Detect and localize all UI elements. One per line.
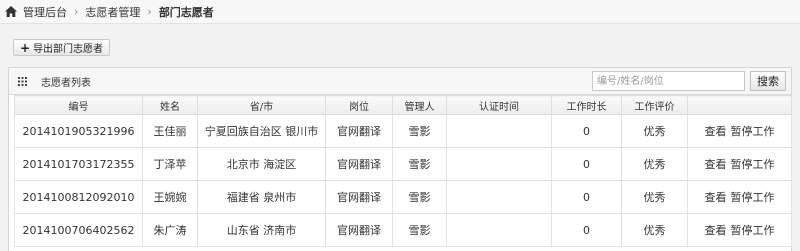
table-row: 2014100706402562 朱广涛 山东省 济南市 官网翻译 雪影 0 优… bbox=[14, 213, 792, 247]
cell-province-city: 宁夏回族自治区 银川市 bbox=[197, 114, 326, 148]
volunteer-table: 编号 姓名 省/市 岗位 管理人 认证时间 工作时长 工作评价 20141019… bbox=[14, 95, 792, 247]
breadcrumb-home[interactable]: 管理后台 bbox=[23, 4, 67, 20]
column-header-work-hours[interactable]: 工作时长 bbox=[551, 95, 622, 115]
pause-work-link[interactable]: 暂停工作 bbox=[731, 158, 775, 171]
cell-position: 官网翻译 bbox=[325, 114, 393, 148]
table-header-row: 编号 姓名 省/市 岗位 管理人 认证时间 工作时长 工作评价 bbox=[14, 95, 792, 115]
pause-work-link[interactable]: 暂停工作 bbox=[731, 191, 775, 204]
cell-work-hours: 0 bbox=[551, 147, 622, 181]
cell-manager: 雪影 bbox=[392, 147, 447, 181]
cell-name: 王佳丽 bbox=[142, 114, 198, 148]
cell-manager: 雪影 bbox=[392, 114, 447, 148]
cell-actions: 查看 暂停工作 bbox=[687, 114, 792, 148]
column-header-actions bbox=[687, 95, 792, 115]
column-header-evaluation[interactable]: 工作评价 bbox=[621, 95, 688, 115]
cell-certification-time bbox=[446, 213, 552, 247]
panel-title: 志愿者列表 bbox=[41, 77, 91, 89]
chevron-right-icon: › bbox=[147, 5, 152, 18]
cell-certification-time bbox=[446, 147, 552, 181]
breadcrumb-current: 部门志愿者 bbox=[158, 5, 214, 19]
view-link[interactable]: 查看 bbox=[705, 191, 727, 204]
cell-id: 2014100706402562 bbox=[14, 213, 143, 247]
cell-manager: 雪影 bbox=[392, 180, 447, 214]
column-header-id[interactable]: 编号 bbox=[14, 95, 143, 115]
cell-work-hours: 0 bbox=[551, 114, 622, 148]
cell-position: 官网翻译 bbox=[325, 180, 393, 214]
cell-certification-time bbox=[446, 114, 552, 148]
panel-header: 志愿者列表 搜索 bbox=[9, 68, 791, 95]
cell-certification-time bbox=[446, 180, 552, 214]
cell-actions: 查看 暂停工作 bbox=[687, 213, 792, 247]
view-link[interactable]: 查看 bbox=[705, 224, 727, 237]
table-row: 2014101905321996 王佳丽 宁夏回族自治区 银川市 官网翻译 雪影… bbox=[14, 114, 792, 148]
cell-province-city: 北京市 海淀区 bbox=[197, 147, 326, 181]
cell-evaluation: 优秀 bbox=[621, 114, 688, 148]
column-header-name[interactable]: 姓名 bbox=[142, 95, 198, 115]
column-header-manager[interactable]: 管理人 bbox=[392, 95, 447, 115]
cell-name: 丁泽苹 bbox=[142, 147, 198, 181]
view-link[interactable]: 查看 bbox=[705, 125, 727, 138]
cell-work-hours: 0 bbox=[551, 213, 622, 247]
cell-actions: 查看 暂停工作 bbox=[687, 147, 792, 181]
cell-position: 官网翻译 bbox=[325, 213, 393, 247]
cell-province-city: 山东省 济南市 bbox=[197, 213, 326, 247]
grid-icon bbox=[18, 76, 27, 86]
home-icon bbox=[5, 6, 17, 17]
cell-id: 2014101905321996 bbox=[14, 114, 143, 148]
pause-work-link[interactable]: 暂停工作 bbox=[731, 224, 775, 237]
table-row: 2014100812092010 王婉婉 福建省 泉州市 官网翻译 雪影 0 优… bbox=[14, 180, 792, 214]
cell-id: 2014100812092010 bbox=[14, 180, 143, 214]
column-header-certification-time[interactable]: 认证时间 bbox=[446, 95, 552, 115]
table-row: 2014101703172355 丁泽苹 北京市 海淀区 官网翻译 雪影 0 优… bbox=[14, 147, 792, 181]
cell-actions: 查看 暂停工作 bbox=[687, 180, 792, 214]
volunteer-list-panel: 志愿者列表 搜索 编号 姓名 省/市 岗位 管理人 认证时间 工作时长 工作评价… bbox=[8, 67, 792, 251]
breadcrumb-volunteer-management[interactable]: 志愿者管理 bbox=[85, 4, 140, 20]
cell-province-city: 福建省 泉州市 bbox=[197, 180, 326, 214]
cell-evaluation: 优秀 bbox=[621, 213, 688, 247]
view-link[interactable]: 查看 bbox=[705, 158, 727, 171]
export-volunteers-button[interactable]: + 导出部门志愿者 bbox=[13, 39, 111, 56]
column-header-province-city[interactable]: 省/市 bbox=[197, 95, 326, 115]
cell-name: 王婉婉 bbox=[142, 180, 198, 214]
cell-position: 官网翻译 bbox=[325, 147, 393, 181]
search-input[interactable] bbox=[592, 71, 745, 91]
chevron-right-icon: › bbox=[74, 5, 79, 18]
search-button[interactable]: 搜索 bbox=[750, 71, 786, 91]
export-button-label: 导出部门志愿者 bbox=[33, 44, 104, 55]
cell-evaluation: 优秀 bbox=[621, 180, 688, 214]
cell-manager: 雪影 bbox=[392, 213, 447, 247]
cell-work-hours: 0 bbox=[551, 180, 622, 214]
cell-evaluation: 优秀 bbox=[621, 147, 688, 181]
breadcrumb: 管理后台 › 志愿者管理 › 部门志愿者 bbox=[0, 0, 800, 24]
column-header-position[interactable]: 岗位 bbox=[325, 95, 393, 115]
plus-icon: + bbox=[20, 40, 31, 55]
pause-work-link[interactable]: 暂停工作 bbox=[731, 125, 775, 138]
cell-id: 2014101703172355 bbox=[14, 147, 143, 181]
cell-name: 朱广涛 bbox=[142, 213, 198, 247]
